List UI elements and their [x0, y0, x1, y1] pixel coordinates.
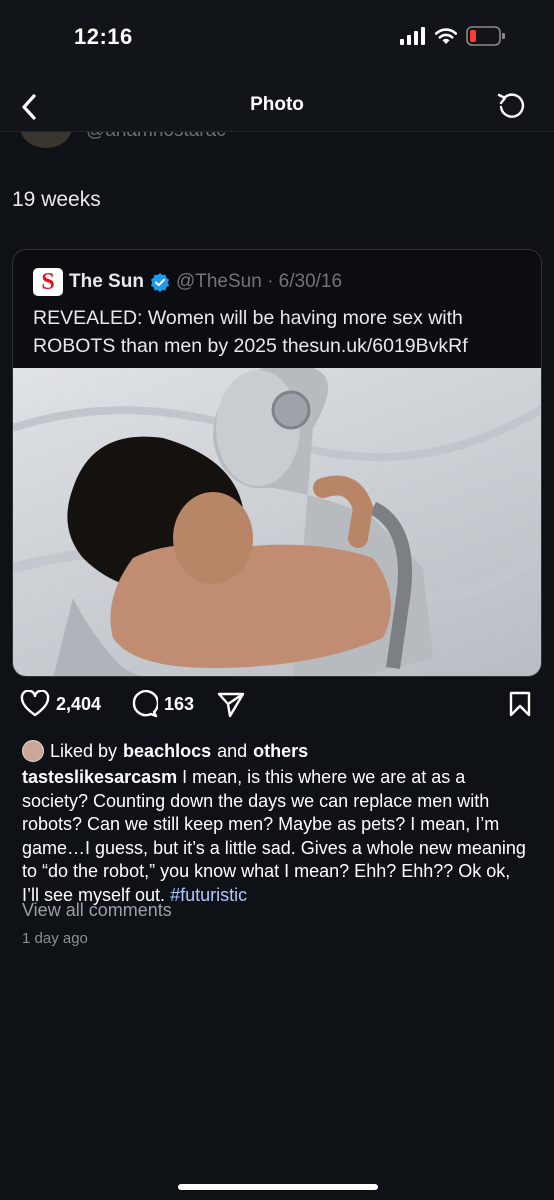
- send-icon: [217, 692, 245, 718]
- nav-header: Photo: [0, 80, 554, 132]
- action-bar: 2,404 163: [0, 690, 554, 726]
- quoted-tweet-header: S The Sun @TheSun · 6/30/16: [33, 268, 342, 296]
- quoted-tweet-text: REVEALED: Women will be having more sex …: [33, 307, 468, 357]
- bookmark-icon: [509, 691, 531, 717]
- comment-button[interactable]: 163: [130, 690, 194, 718]
- reload-icon: [497, 93, 525, 118]
- view-all-comments-link[interactable]: View all comments: [22, 900, 172, 921]
- battery-icon: [466, 26, 505, 46]
- bookmark-button[interactable]: [508, 690, 532, 718]
- photo-illustration: [13, 368, 541, 676]
- liked-by-and: and: [217, 740, 248, 761]
- quoted-tweet-image[interactable]: [13, 368, 541, 676]
- liked-by-others[interactable]: others: [253, 741, 308, 762]
- avatar[interactable]: [20, 132, 72, 148]
- share-button[interactable]: [216, 690, 246, 718]
- comment-icon: [132, 690, 158, 718]
- caption-hashtag[interactable]: #futuristic: [170, 885, 247, 905]
- liked-by-user[interactable]: beachlocs: [123, 741, 211, 762]
- status-icons: [400, 26, 506, 46]
- post-text: 19 weeks: [12, 188, 101, 211]
- status-bar: 12:16: [0, 0, 554, 80]
- quoted-tweet-name: The Sun: [69, 271, 144, 292]
- home-indicator[interactable]: [178, 1184, 378, 1190]
- like-button[interactable]: 2,404: [20, 690, 101, 718]
- previous-post-handle[interactable]: @anamnostarac: [86, 132, 226, 142]
- verified-badge-icon: [150, 273, 169, 292]
- logo-letter: S: [41, 269, 55, 295]
- quoted-tweet-handle-date: @TheSun · 6/30/16: [175, 271, 343, 292]
- reload-button[interactable]: [494, 88, 528, 122]
- the-sun-logo: S: [33, 268, 63, 296]
- post-caption: tasteslikesarcasm I mean, is this where …: [22, 766, 532, 907]
- caption-username[interactable]: tasteslikesarcasm: [22, 767, 177, 787]
- liked-by-prefix: Liked by: [50, 740, 118, 761]
- avatar: [22, 740, 44, 762]
- heart-icon: [20, 690, 50, 717]
- quoted-tweet-card[interactable]: S The Sun @TheSun · 6/30/16 REVEALED: Wo…: [12, 249, 542, 677]
- liked-by-row[interactable]: Liked by beachlocs and others: [22, 740, 308, 762]
- previous-post-row: @anamnostarac: [0, 132, 554, 152]
- post-timestamp: 1 day ago: [22, 930, 88, 947]
- status-time: 12:16: [74, 24, 133, 49]
- wifi-icon: [434, 28, 458, 44]
- signal-icon: [400, 27, 425, 45]
- caption-text: I mean, is this where we are at as a soc…: [22, 767, 526, 905]
- comment-count: 163: [164, 693, 195, 714]
- page-title: Photo: [250, 94, 304, 115]
- like-count: 2,404: [56, 693, 102, 714]
